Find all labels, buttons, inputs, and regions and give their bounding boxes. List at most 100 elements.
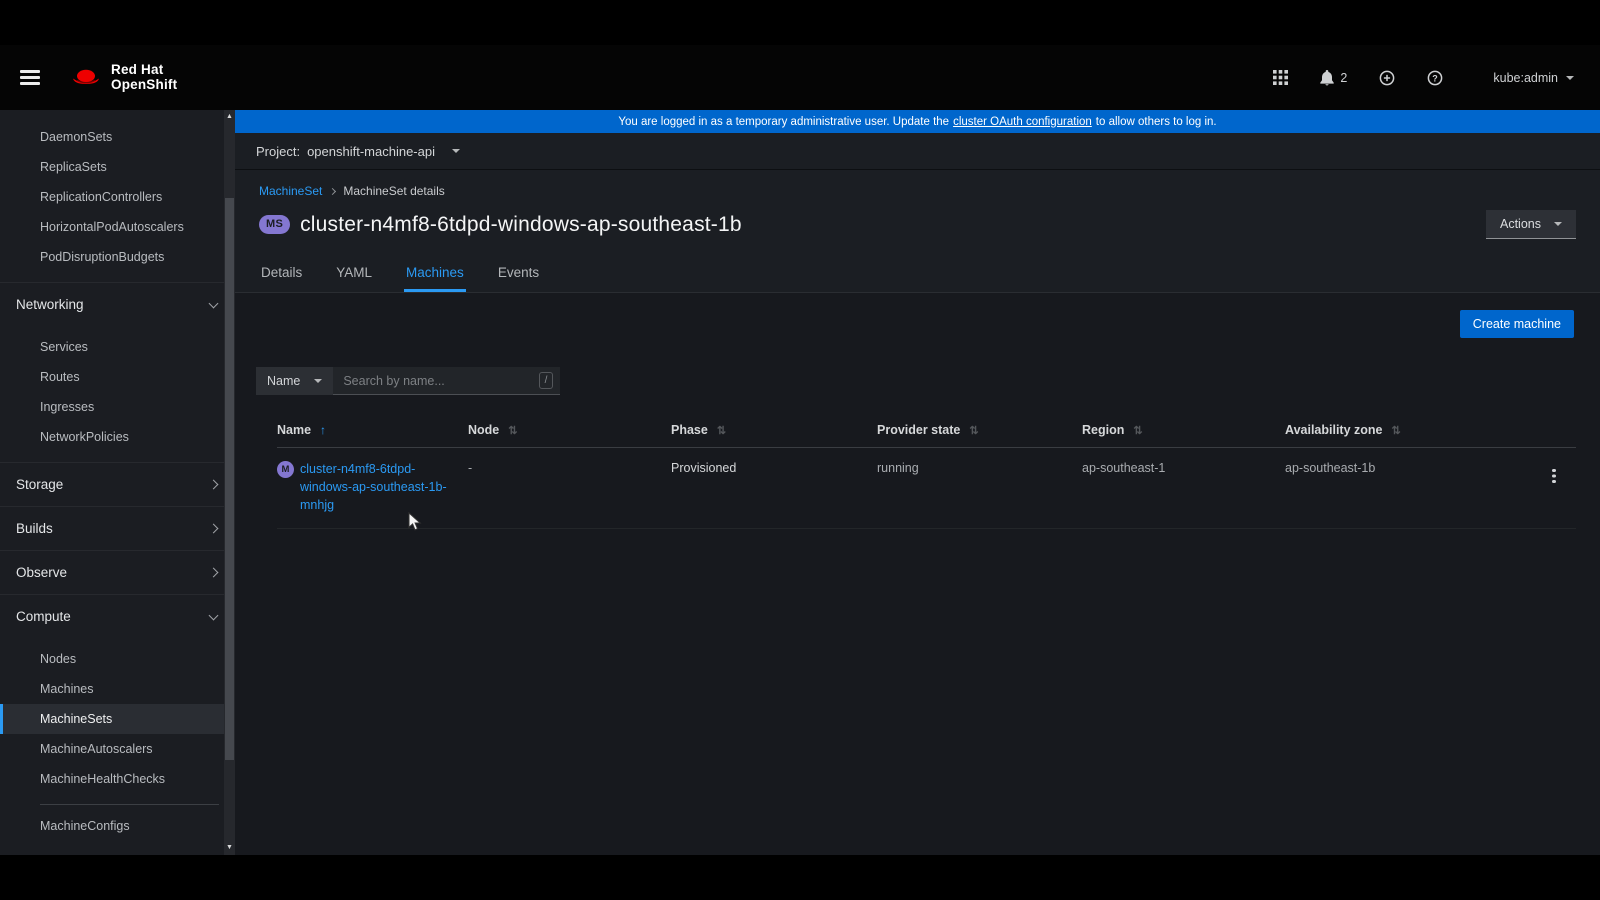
sidebar-group-networking[interactable]: Networking — [0, 282, 235, 326]
sort-asc-icon: ↑ — [320, 423, 326, 437]
sidebar-item-machineautoscalers[interactable]: MachineAutoscalers — [0, 734, 235, 764]
scroll-up-icon[interactable]: ▲ — [224, 112, 235, 122]
sidebar-item-machinehealthchecks[interactable]: MachineHealthChecks — [0, 764, 235, 794]
sidebar-group-label: Compute — [16, 609, 71, 624]
cell-region: ap-southeast-1 — [1082, 461, 1285, 475]
tab-details[interactable]: Details — [259, 255, 304, 292]
row-kebab-menu-icon[interactable] — [1552, 469, 1556, 473]
sidebar-group-label: Networking — [16, 297, 84, 312]
sidebar-item-horizontalpodautoscalers[interactable]: HorizontalPodAutoscalers — [0, 212, 235, 242]
actions-label: Actions — [1500, 217, 1541, 231]
sidebar-item-machineconfigs[interactable]: MachineConfigs — [0, 811, 235, 841]
scrollbar-thumb[interactable] — [225, 198, 234, 760]
machine-link[interactable]: cluster-n4mf8-6tdpd-windows-ap-southeast… — [300, 461, 450, 514]
chevron-down-icon — [1554, 222, 1562, 226]
chevron-right-icon — [209, 568, 219, 578]
chevron-down-icon — [1566, 76, 1574, 80]
user-name: kube:admin — [1493, 71, 1558, 85]
sidebar-item-services[interactable]: Services — [0, 332, 235, 362]
search-input[interactable] — [343, 374, 538, 388]
main-content: You are logged in as a temporary adminis… — [235, 110, 1600, 855]
breadcrumb-machineset-link[interactable]: MachineSet — [259, 184, 322, 198]
column-header-phase[interactable]: Phase ⇅ — [671, 423, 877, 437]
column-header-node[interactable]: Node ⇅ — [468, 423, 671, 437]
banner-text: You are logged in as a temporary adminis… — [618, 116, 949, 128]
machines-table: Name ↑ Node ⇅ Phase ⇅ Provider state — [277, 415, 1576, 529]
sidebar-item-poddisruptionbudgets[interactable]: PodDisruptionBudgets — [0, 242, 235, 272]
cell-provider-state: running — [877, 461, 1082, 475]
menu-toggle-icon[interactable] — [20, 67, 40, 89]
brand-text: Red Hat OpenShift — [111, 63, 177, 93]
scroll-down-icon[interactable]: ▼ — [224, 843, 235, 853]
column-header-provider-state[interactable]: Provider state ⇅ — [877, 423, 1082, 437]
machines-tab-content: Create machine Name / Name — [235, 293, 1600, 855]
cell-availability-zone: ap-southeast-1b — [1285, 461, 1552, 475]
cell-node: - — [468, 461, 671, 475]
sidebar-group-label: Builds — [16, 521, 53, 536]
chevron-down-icon — [209, 610, 219, 620]
notification-count: 2 — [1340, 71, 1347, 85]
search-box: / — [333, 367, 560, 395]
sortable-icon: ⇅ — [969, 424, 978, 437]
bell-icon — [1320, 70, 1334, 86]
sidebar-item-networkpolicies[interactable]: NetworkPolicies — [0, 422, 235, 452]
app-launcher-icon[interactable] — [1273, 70, 1288, 85]
sidebar-item-machinesets[interactable]: MachineSets — [0, 704, 235, 734]
machine-badge: M — [277, 461, 294, 478]
create-machine-button[interactable]: Create machine — [1460, 310, 1574, 338]
tab-yaml[interactable]: YAML — [334, 255, 374, 292]
tab-events[interactable]: Events — [496, 255, 541, 292]
project-selector[interactable]: Project: openshift-machine-api — [235, 133, 1600, 170]
filter-type-dropdown[interactable]: Name — [256, 367, 333, 395]
sidebar: DaemonSets ReplicaSets ReplicationContro… — [0, 110, 235, 855]
sidebar-item-replicasets[interactable]: ReplicaSets — [0, 152, 235, 182]
page-title: cluster-n4mf8-6tdpd-windows-ap-southeast… — [300, 213, 742, 237]
user-menu[interactable]: kube:admin — [1493, 71, 1574, 85]
sidebar-group-label: Observe — [16, 565, 67, 580]
quick-create-icon[interactable] — [1379, 70, 1395, 86]
column-header-availability-zone[interactable]: Availability zone ⇅ — [1285, 423, 1552, 437]
tab-machines[interactable]: Machines — [404, 255, 466, 292]
sidebar-item-machines[interactable]: Machines — [0, 674, 235, 704]
column-header-name[interactable]: Name ↑ — [277, 423, 468, 437]
sidebar-group-observe[interactable]: Observe — [0, 550, 235, 594]
help-icon[interactable]: ? — [1427, 70, 1443, 86]
machineset-badge: MS — [259, 215, 290, 234]
sortable-icon: ⇅ — [508, 424, 517, 437]
sidebar-item-replicationcontrollers[interactable]: ReplicationControllers — [0, 182, 235, 212]
sidebar-group-storage[interactable]: Storage — [0, 462, 235, 506]
sidebar-group-label: Storage — [16, 477, 63, 492]
chevron-right-icon — [329, 188, 336, 195]
sidebar-item-ingresses[interactable]: Ingresses — [0, 392, 235, 422]
chevron-down-icon — [314, 379, 322, 383]
chevron-right-icon — [209, 524, 219, 534]
sidebar-item-routes[interactable]: Routes — [0, 362, 235, 392]
table-row: M cluster-n4mf8-6tdpd-windows-ap-southea… — [277, 448, 1576, 529]
chevron-down-icon — [209, 298, 219, 308]
breadcrumb-current: MachineSet details — [343, 184, 444, 198]
sidebar-group-builds[interactable]: Builds — [0, 506, 235, 550]
sidebar-group-compute[interactable]: Compute — [0, 594, 235, 638]
breadcrumb: MachineSet MachineSet details — [259, 184, 1576, 198]
sidebar-item-daemonsets[interactable]: DaemonSets — [0, 122, 235, 152]
tab-bar: Details YAML Machines Events — [235, 255, 1600, 293]
shortcut-badge: / — [539, 372, 554, 389]
sortable-icon: ⇅ — [1391, 424, 1400, 437]
chevron-down-icon — [452, 149, 460, 153]
actions-button[interactable]: Actions — [1486, 210, 1576, 239]
project-label: Project: — [256, 144, 300, 159]
sortable-icon: ⇅ — [1133, 424, 1142, 437]
sidebar-scrollbar[interactable]: ▲ ▼ — [224, 110, 235, 855]
chevron-right-icon — [209, 480, 219, 490]
project-value: openshift-machine-api — [307, 144, 435, 159]
redhat-fedora-icon — [70, 66, 102, 90]
oauth-config-link[interactable]: cluster OAuth configuration — [953, 116, 1092, 128]
banner-text: to allow others to log in. — [1096, 116, 1217, 128]
column-header-region[interactable]: Region ⇅ — [1082, 423, 1285, 437]
cell-phase: Provisioned — [671, 461, 877, 475]
filter-type-label: Name — [267, 374, 300, 388]
brand-logo: Red Hat OpenShift — [70, 63, 177, 93]
sidebar-item-nodes[interactable]: Nodes — [0, 644, 235, 674]
notifications-button[interactable]: 2 — [1320, 70, 1347, 86]
page-header: MachineSet MachineSet details MS cluster… — [235, 170, 1600, 293]
